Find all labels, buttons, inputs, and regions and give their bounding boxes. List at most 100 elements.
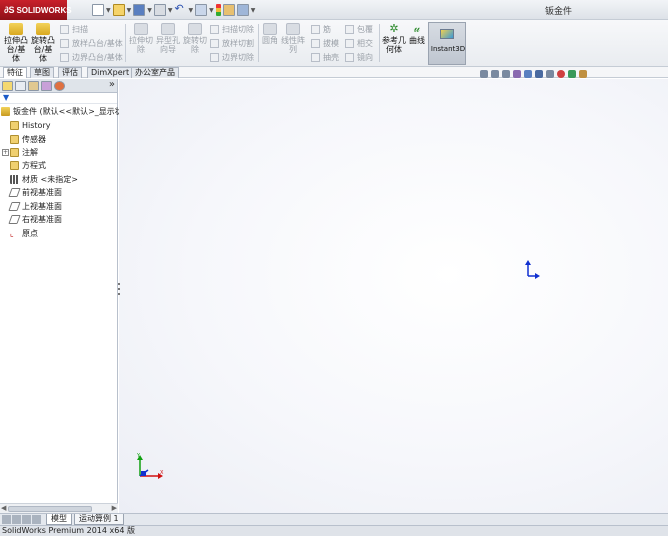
hole-wizard-button[interactable]: 异型孔 向导 — [155, 23, 181, 54]
rebuild-icon[interactable] — [215, 4, 221, 16]
chevron-down-icon[interactable]: ▼ — [147, 7, 152, 14]
boundary-cut-button[interactable]: 边界切除 — [210, 52, 254, 63]
tree-item-top-plane[interactable]: 上视基准面 — [8, 200, 62, 213]
tab-model[interactable]: 模型 — [46, 514, 72, 525]
configuration-manager-tab-icon[interactable] — [28, 81, 39, 91]
material-icon — [10, 175, 19, 184]
print-icon[interactable] — [153, 4, 166, 16]
ribbon-divider — [258, 24, 259, 62]
graphics-area[interactable]: Y X — [119, 79, 668, 513]
tree-item-front-plane[interactable]: 前视基准面 — [8, 186, 62, 199]
tree-item-sensors[interactable]: 传感器 — [10, 133, 46, 146]
chevron-down-icon[interactable]: ▼ — [209, 7, 214, 14]
reference-geometry-label: 参考几 何体 — [382, 36, 406, 54]
linear-pattern-icon — [286, 23, 300, 35]
ribbon-divider — [379, 24, 380, 62]
reference-triad-icon[interactable]: Y X — [132, 452, 166, 486]
loft-boss-button[interactable]: 放样凸台/基体 — [60, 38, 123, 49]
file-properties-icon[interactable] — [222, 4, 235, 16]
tree-item-equations[interactable]: 方程式 — [10, 159, 46, 172]
tree-item-annotations[interactable]: 注解 — [10, 146, 38, 159]
view-settings-icon[interactable] — [579, 70, 587, 78]
filter-icon[interactable]: ▼ — [3, 93, 9, 102]
chevron-down-icon[interactable]: ▼ — [106, 7, 111, 14]
section-view-icon[interactable] — [513, 70, 521, 78]
document-title: 钣金件 — [545, 7, 573, 17]
draft-button[interactable]: 拔模 — [311, 38, 339, 49]
linear-pattern-button[interactable]: 线性阵 列 — [281, 23, 305, 54]
expand-panel-icon[interactable]: » — [109, 79, 115, 90]
view-orientation-icon[interactable] — [524, 70, 532, 78]
display-manager-tab-icon[interactable] — [54, 81, 65, 91]
rib-label: 筋 — [323, 25, 331, 34]
reference-geometry-button[interactable]: ✲ 参考几 何体 — [381, 23, 407, 54]
scroll-left-icon[interactable]: ◀ — [1, 504, 6, 512]
equation-icon — [10, 161, 19, 170]
undo-icon[interactable]: ↶ — [175, 3, 187, 16]
chevron-down-icon[interactable]: ▼ — [189, 7, 194, 14]
mirror-label: 镜向 — [357, 53, 373, 62]
curves-button[interactable]: 𝓊 曲线 — [407, 23, 427, 45]
extruded-cut-button[interactable]: 拉伸切 除 — [128, 23, 154, 54]
wrap-button[interactable]: 包覆 — [345, 24, 373, 35]
loft-boss-label: 放样凸台/基体 — [72, 39, 123, 48]
rib-button[interactable]: 筋 — [311, 24, 331, 35]
open-folder-icon[interactable] — [112, 4, 125, 16]
swept-cut-button[interactable]: 扫描切除 — [210, 24, 254, 35]
previous-tab-icon[interactable] — [12, 515, 21, 524]
tree-item-material[interactable]: 材质 <未指定> — [10, 173, 78, 186]
tab-evaluate[interactable]: 评估 — [58, 67, 82, 78]
boundary-cut-icon — [210, 53, 219, 62]
zoom-to-area-icon[interactable] — [491, 70, 499, 78]
property-manager-tab-icon[interactable] — [15, 81, 26, 91]
zoom-to-fit-icon[interactable] — [480, 70, 488, 78]
expand-annotations-icon[interactable]: + — [2, 149, 9, 156]
appearance-icon[interactable] — [557, 70, 565, 78]
revolve-boss-button[interactable]: 旋转凸 台/基 体 — [30, 23, 56, 63]
intersect-button[interactable]: 相交 — [345, 38, 373, 49]
select-arrow-icon[interactable] — [195, 4, 208, 16]
options-icon[interactable] — [236, 4, 249, 16]
last-tab-icon[interactable] — [32, 515, 41, 524]
scrollbar-thumb[interactable] — [8, 506, 92, 512]
boundary-boss-button[interactable]: 边界凸台/基体 — [60, 52, 123, 63]
solidworks-logo[interactable]: ∂S SOLIDWORKS — [0, 0, 72, 20]
feature-tree-tab-icon[interactable] — [2, 81, 13, 91]
lofted-cut-button[interactable]: 放样切割 — [210, 38, 254, 49]
tab-dimxpert[interactable]: DimXpert — [87, 67, 134, 78]
tab-motion-study[interactable]: 运动算例 1 — [74, 514, 124, 525]
mirror-button[interactable]: 镜向 — [345, 52, 373, 63]
hide-show-items-icon[interactable] — [546, 70, 554, 78]
tree-item-history[interactable]: History — [10, 119, 50, 132]
tab-sketch[interactable]: 草图 — [30, 67, 54, 78]
tab-features[interactable]: 特征 — [3, 67, 27, 78]
fillet-button[interactable]: 圆角 — [260, 23, 280, 45]
scene-icon[interactable] — [568, 70, 576, 78]
save-icon[interactable] — [133, 4, 146, 16]
draft-label: 拔模 — [323, 39, 339, 48]
scroll-right-icon[interactable]: ▶ — [112, 504, 117, 512]
dimxpert-manager-tab-icon[interactable] — [41, 81, 52, 91]
tree-root-part[interactable]: 钣金件 (默认<<默认>_显示状 — [1, 105, 123, 118]
display-style-icon[interactable] — [535, 70, 543, 78]
revolved-cut-label: 旋转切 除 — [183, 36, 207, 54]
shell-button[interactable]: 抽壳 — [311, 52, 339, 63]
next-tab-icon[interactable] — [22, 515, 31, 524]
first-tab-icon[interactable] — [2, 515, 11, 524]
new-document-icon[interactable] — [92, 4, 104, 16]
horizontal-scrollbar[interactable]: ◀ ▶ — [0, 503, 118, 513]
previous-view-icon[interactable] — [502, 70, 510, 78]
chevron-down-icon[interactable]: ▼ — [251, 7, 256, 14]
sweep-button[interactable]: 扫描 — [60, 24, 88, 35]
annotation-icon — [10, 148, 19, 157]
tab-office-products[interactable]: 办公室产品 — [131, 67, 179, 78]
boss-extrude-button[interactable]: 拉伸凸 台/基 体 — [3, 23, 29, 63]
tree-item-origin[interactable]: ⌞ 原点 — [10, 227, 38, 240]
instant3d-button[interactable]: Instant3D — [428, 22, 466, 65]
revolved-cut-button[interactable]: 旋转切 除 — [182, 23, 208, 54]
panel-splitter-handle[interactable] — [117, 280, 122, 300]
chevron-down-icon[interactable]: ▼ — [168, 7, 173, 14]
reference-geometry-icon: ✲ — [389, 22, 399, 35]
tree-item-right-plane[interactable]: 右视基准面 — [8, 213, 62, 226]
chevron-down-icon[interactable]: ▼ — [127, 7, 132, 14]
